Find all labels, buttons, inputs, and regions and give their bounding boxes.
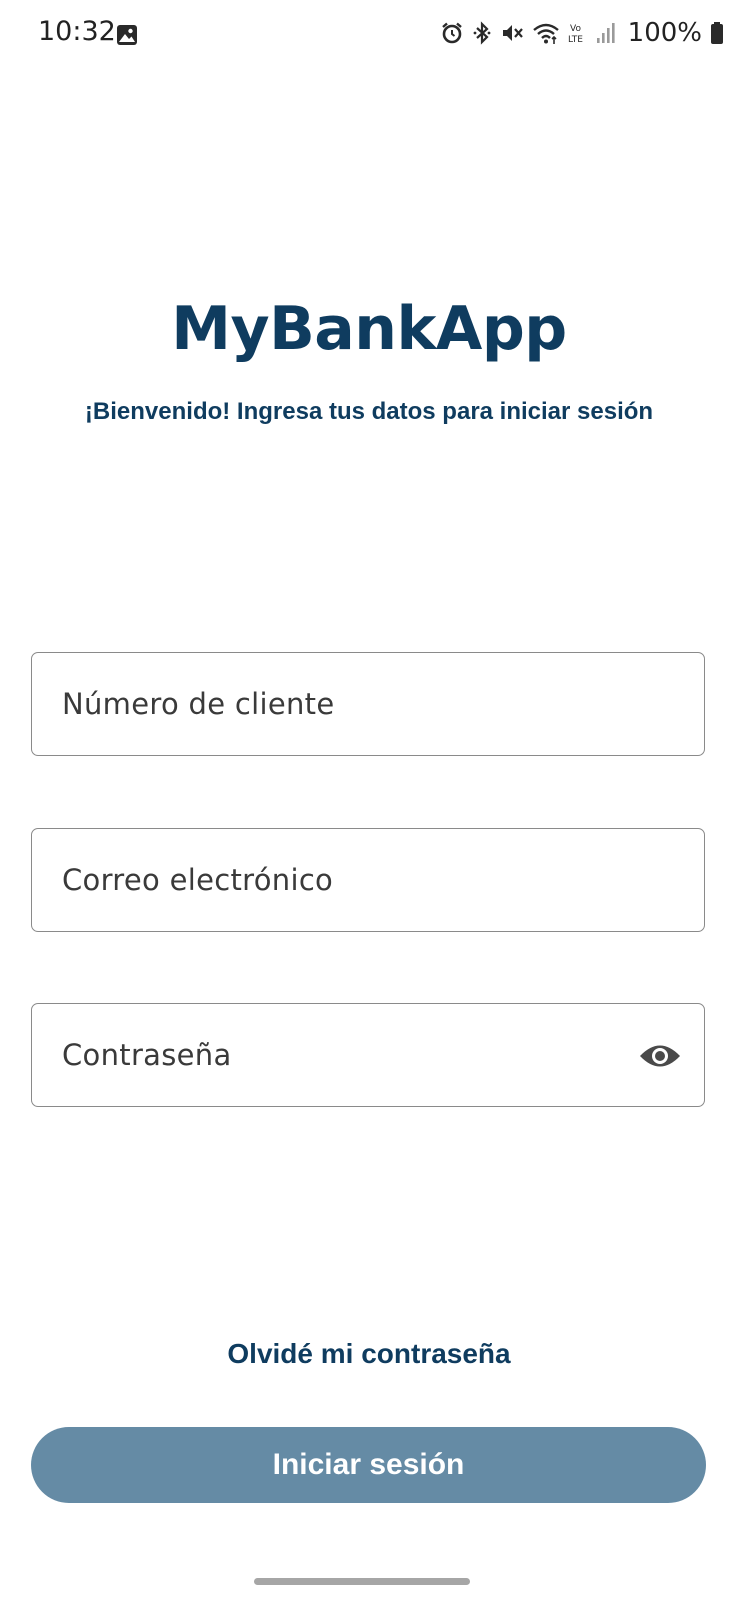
client-number-input[interactable] xyxy=(32,653,704,755)
password-field[interactable] xyxy=(31,1003,705,1107)
login-button[interactable]: Iniciar sesión xyxy=(31,1427,706,1503)
forgot-password-link[interactable]: Olvidé mi contraseña xyxy=(0,1338,738,1370)
alarm-icon xyxy=(440,21,464,45)
battery-percent: 100% xyxy=(627,18,702,48)
password-input[interactable] xyxy=(32,1004,704,1106)
status-bar: 10:32 Vo LTE 100% xyxy=(0,0,738,70)
eye-icon[interactable] xyxy=(638,1036,682,1076)
bluetooth-icon xyxy=(472,21,492,45)
gallery-icon xyxy=(116,24,138,46)
welcome-subtitle: ¡Bienvenido! Ingresa tus datos para inic… xyxy=(84,398,654,425)
status-icons: Vo LTE 100% xyxy=(440,18,724,48)
wifi-icon xyxy=(532,21,560,45)
mute-icon xyxy=(500,21,524,45)
status-time: 10:32 xyxy=(38,16,116,47)
volte-icon: Vo LTE xyxy=(568,21,588,45)
email-input[interactable] xyxy=(32,829,704,931)
client-number-field[interactable] xyxy=(31,652,705,756)
signal-icon xyxy=(596,21,616,45)
svg-text:LTE: LTE xyxy=(568,35,583,45)
home-indicator[interactable] xyxy=(254,1578,470,1585)
svg-text:Vo: Vo xyxy=(570,24,581,34)
email-field[interactable] xyxy=(31,828,705,932)
app-title: MyBankApp xyxy=(171,294,567,364)
battery-icon xyxy=(710,21,724,45)
